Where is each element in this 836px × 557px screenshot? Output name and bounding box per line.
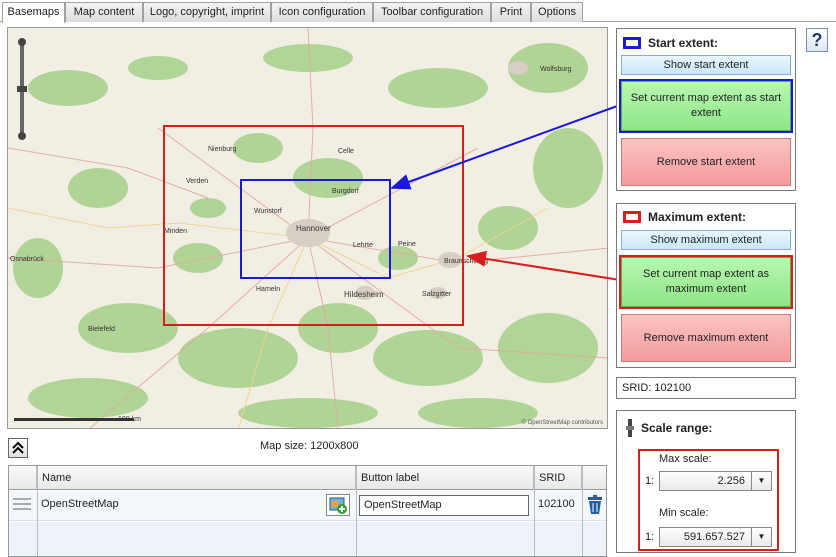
set-start-extent-button[interactable]: Set current map extent as start extent bbox=[619, 79, 793, 133]
grid-header: Name Button label SRID bbox=[9, 466, 606, 490]
start-extent-swatch bbox=[623, 37, 641, 49]
scale-slider-icon bbox=[626, 419, 634, 437]
delete-icon[interactable] bbox=[586, 495, 604, 515]
row-srid: 102100 bbox=[538, 498, 575, 510]
max-scale-value: 2.256 bbox=[717, 475, 745, 487]
chevron-down-icon[interactable]: ▼ bbox=[751, 528, 771, 546]
grid-divider bbox=[356, 466, 357, 556]
remove-start-extent-button[interactable]: Remove start extent bbox=[621, 138, 791, 186]
grid-header-handle bbox=[9, 466, 37, 490]
min-scale-prefix: 1: bbox=[645, 531, 655, 543]
set-max-extent-button[interactable]: Set current map extent as maximum extent bbox=[619, 255, 793, 309]
button-label-input[interactable]: OpenStreetMap bbox=[359, 495, 529, 516]
grid-divider bbox=[582, 466, 583, 556]
min-scale-value: 591.657.527 bbox=[683, 531, 745, 543]
max-extent-swatch bbox=[623, 211, 641, 223]
max-extent-panel: Maximum extent: Show maximum extent Set … bbox=[616, 203, 796, 368]
min-scale-select[interactable]: 591.657.527 ▼ bbox=[659, 527, 772, 547]
chevron-down-icon[interactable]: ▼ bbox=[751, 472, 771, 490]
show-start-extent-button[interactable]: Show start extent bbox=[621, 55, 791, 75]
srid-display: SRID: 102100 bbox=[616, 377, 796, 399]
basemap-grid: Name Button label SRID OpenStreetMap Ope… bbox=[8, 465, 607, 557]
start-extent-panel: Start extent: Show start extent Set curr… bbox=[616, 28, 796, 191]
table-row[interactable]: OpenStreetMap OpenStreetMap 102100 bbox=[9, 491, 606, 521]
start-extent-title: Start extent: bbox=[648, 36, 719, 50]
drag-handle-icon[interactable] bbox=[13, 498, 31, 514]
grid-header-srid[interactable]: SRID bbox=[534, 466, 582, 490]
row-name: OpenStreetMap bbox=[41, 498, 119, 510]
help-button[interactable]: ? bbox=[806, 28, 828, 52]
grid-header-name[interactable]: Name bbox=[37, 466, 356, 490]
double-chevron-up-icon bbox=[12, 441, 24, 458]
max-scale-select[interactable]: 2.256 ▼ bbox=[659, 471, 772, 491]
max-scale-prefix: 1: bbox=[645, 475, 655, 487]
grid-header-button-label[interactable]: Button label bbox=[356, 466, 534, 490]
show-max-extent-button[interactable]: Show maximum extent bbox=[621, 230, 791, 250]
max-extent-title: Maximum extent: bbox=[648, 210, 747, 224]
collapse-button[interactable] bbox=[8, 438, 28, 458]
remove-max-extent-button[interactable]: Remove maximum extent bbox=[621, 314, 791, 362]
min-scale-label: Min scale: bbox=[659, 507, 709, 519]
grid-divider bbox=[37, 466, 38, 556]
max-scale-label: Max scale: bbox=[659, 453, 712, 465]
add-layer-icon[interactable] bbox=[326, 494, 350, 516]
table-row-empty bbox=[9, 522, 606, 556]
map-size-text: Map size: 1200x800 bbox=[260, 440, 359, 452]
grid-divider bbox=[534, 466, 535, 556]
scale-range-title: Scale range: bbox=[641, 421, 713, 435]
